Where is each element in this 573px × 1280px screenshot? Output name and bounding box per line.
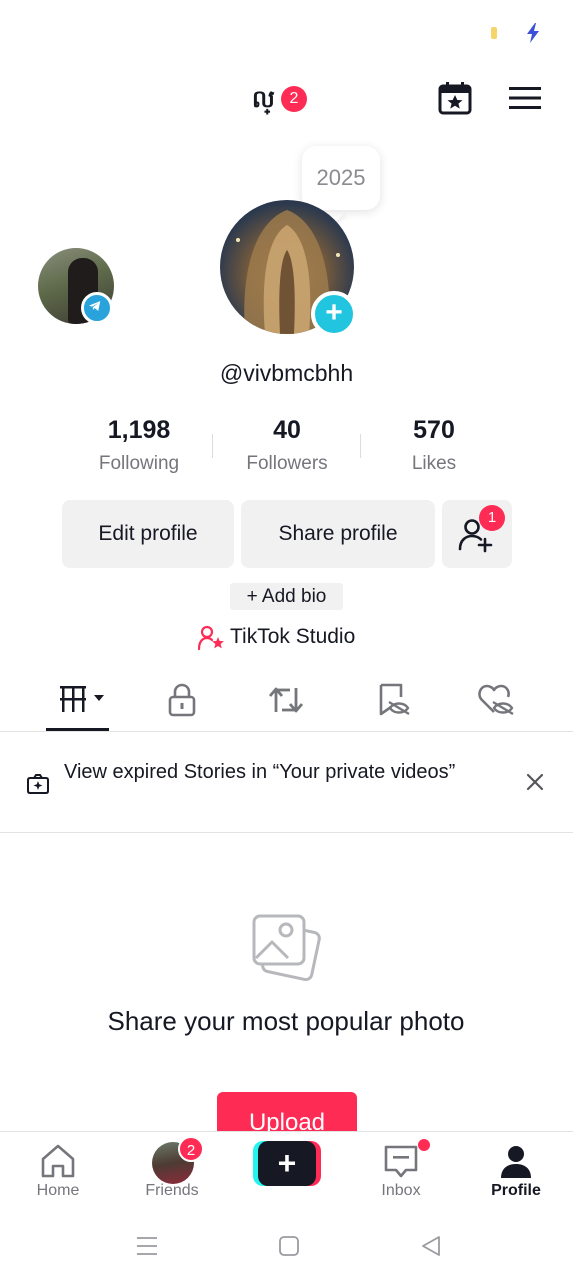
create-button[interactable]: + — [253, 1141, 321, 1186]
following-label: Following — [98, 453, 180, 474]
nav-home[interactable]: Home — [8, 1132, 108, 1212]
add-avatar-button[interactable]: + — [311, 291, 357, 337]
nav-friends[interactable]: 2 Friends — [122, 1132, 222, 1212]
story-sparkle-icon — [27, 774, 49, 794]
nav-inbox[interactable]: Inbox — [351, 1132, 451, 1212]
share-profile-button[interactable]: Share profile — [241, 500, 435, 568]
stat-following[interactable]: 1,198 Following — [69, 416, 209, 475]
inbox-notification-dot — [418, 1139, 430, 1151]
home-button-icon[interactable] — [277, 1234, 301, 1258]
account-badge: 2 — [281, 86, 307, 112]
tiktok-studio-label: TikTok Studio — [230, 625, 356, 648]
likes-count: 570 — [413, 416, 455, 444]
back-icon[interactable] — [419, 1234, 443, 1258]
bottom-navigation: Home 2 Friends + Inbox Profile — [0, 1131, 573, 1211]
plus-icon: + — [258, 1141, 316, 1186]
year-bubble[interactable]: 2025 — [302, 146, 380, 210]
nav-inbox-label: Inbox — [381, 1182, 421, 1199]
nav-friends-label: Friends — [145, 1182, 199, 1199]
nav-profile-label: Profile — [491, 1182, 541, 1199]
banner-text: View expired Stories in “Your private vi… — [64, 761, 456, 783]
liked-hidden-icon[interactable] — [476, 682, 516, 718]
charging-icon — [527, 23, 539, 43]
followers-count: 40 — [273, 416, 301, 444]
photo-stack-icon — [252, 914, 321, 982]
inbox-icon — [384, 1145, 418, 1178]
repost-icon[interactable] — [266, 682, 306, 718]
profile-icon — [501, 1146, 531, 1178]
add-friends-badge: 1 — [479, 505, 505, 531]
battery-indicator — [491, 27, 497, 39]
lock-icon[interactable] — [162, 682, 202, 718]
grid-icon[interactable] — [58, 682, 108, 718]
telegram-icon — [81, 292, 113, 324]
following-count: 1,198 — [107, 416, 171, 444]
hamburger-menu-icon[interactable] — [509, 84, 541, 112]
close-icon[interactable] — [524, 771, 546, 793]
followers-label: Followers — [246, 453, 328, 474]
top-bar: ល្ 2 — [0, 70, 573, 130]
stat-divider — [212, 434, 213, 458]
calendar-star-icon[interactable] — [437, 80, 473, 116]
empty-state-title: Share your most popular photo — [107, 1006, 465, 1036]
system-navigation — [0, 1212, 573, 1280]
stat-followers[interactable]: 40 Followers — [217, 416, 357, 475]
edit-profile-button[interactable]: Edit profile — [62, 500, 234, 568]
recent-apps-icon[interactable] — [135, 1234, 159, 1258]
add-bio-button[interactable]: + Add bio — [230, 583, 343, 610]
status-bar — [0, 0, 573, 60]
stat-divider — [360, 434, 361, 458]
active-tab-indicator — [46, 728, 109, 731]
nav-home-label: Home — [36, 1182, 80, 1199]
profile-handle: @vivbmcbhh — [219, 360, 354, 386]
content-tabs — [0, 670, 573, 732]
home-icon — [41, 1144, 75, 1178]
expired-stories-banner[interactable]: View expired Stories in “Your private vi… — [0, 733, 573, 833]
creator-star-icon — [198, 625, 224, 651]
nav-profile[interactable]: Profile — [466, 1132, 566, 1212]
likes-label: Likes — [411, 453, 457, 474]
bookmark-hidden-icon[interactable] — [374, 682, 414, 718]
friends-badge: 2 — [178, 1136, 204, 1162]
stat-likes[interactable]: 570 Likes — [364, 416, 504, 475]
account-name[interactable]: ល្ — [252, 84, 275, 119]
